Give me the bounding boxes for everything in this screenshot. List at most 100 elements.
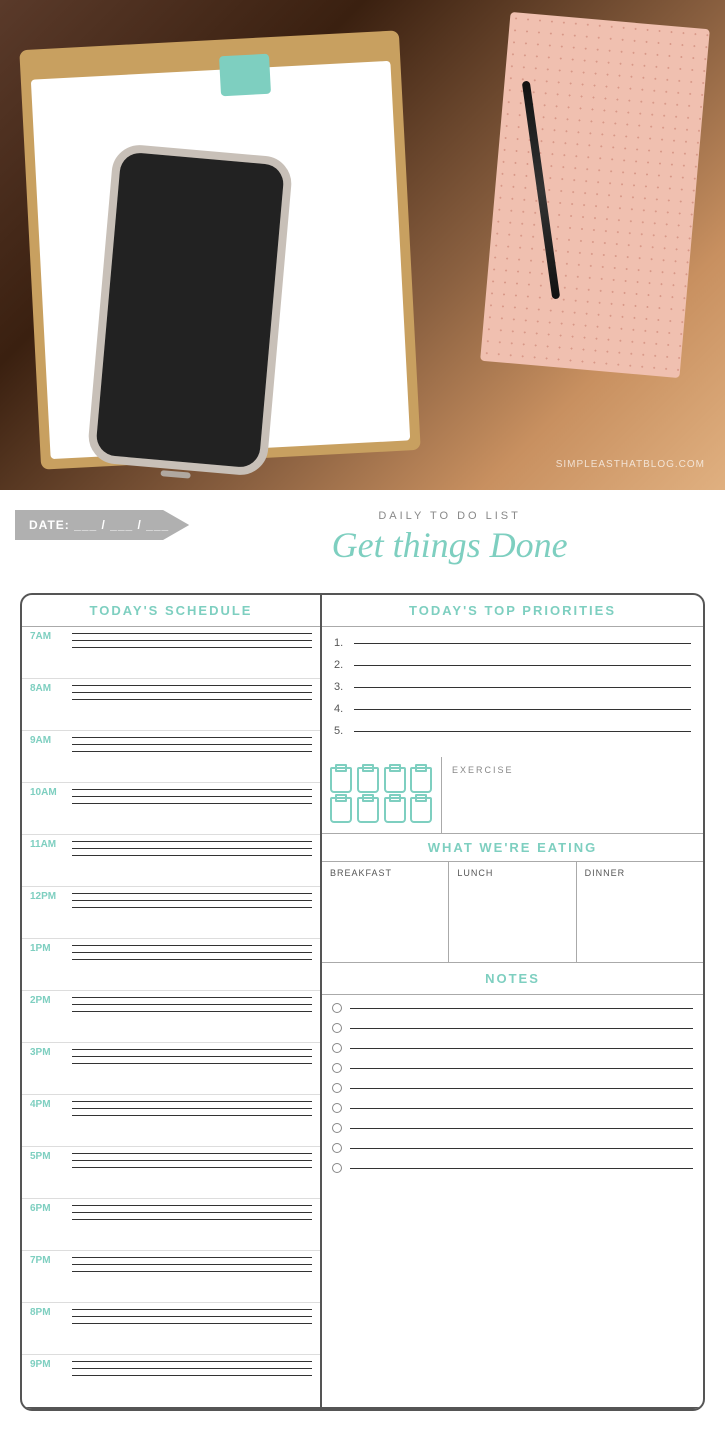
note-item-9[interactable]: [332, 1163, 693, 1173]
water-section: [322, 757, 442, 833]
water-cup-7[interactable]: [384, 797, 406, 823]
priority-line-3: [354, 687, 691, 688]
priority-line-4: [354, 709, 691, 710]
time-slot-7pm: 7PM: [22, 1251, 320, 1303]
breakfast-col[interactable]: BREAKFAST: [322, 862, 449, 962]
line: [72, 945, 312, 946]
planner-header-row: DATE: ___ / ___ / ___ DAILY TO DO LIST G…: [15, 510, 710, 581]
time-label-11am: 11AM: [30, 835, 68, 850]
note-line-5: [350, 1088, 693, 1089]
time-lines-9pm: [68, 1355, 312, 1380]
time-slot-2pm: 2PM: [22, 991, 320, 1043]
time-label-6pm: 6PM: [30, 1199, 68, 1214]
time-label-9am: 9AM: [30, 731, 68, 746]
line: [72, 1056, 312, 1057]
pink-notepad: [480, 12, 710, 378]
time-lines-5pm: [68, 1147, 312, 1172]
priority-item-5[interactable]: 5.: [334, 725, 691, 737]
time-slot-8pm: 8PM: [22, 1303, 320, 1355]
water-cup-8[interactable]: [410, 797, 432, 823]
note-item-6[interactable]: [332, 1103, 693, 1113]
line: [72, 848, 312, 849]
line: [72, 1011, 312, 1012]
time-label-8pm: 8PM: [30, 1303, 68, 1318]
exercise-section: EXERCISE: [442, 757, 703, 833]
line: [72, 1212, 312, 1213]
priority-item-1[interactable]: 1.: [334, 637, 691, 649]
right-column: TODAY'S TOP PRIORITIES 1. 2. 3.: [322, 595, 703, 1407]
line: [72, 751, 312, 752]
dinner-label: DINNER: [585, 868, 695, 878]
line: [72, 1115, 312, 1116]
line: [72, 744, 312, 745]
note-line-8: [350, 1148, 693, 1149]
pink-dots-pattern: [480, 12, 710, 378]
photo-background: SIMPLEASTHATBLOG.COM: [0, 0, 725, 490]
priority-item-4[interactable]: 4.: [334, 703, 691, 715]
time-lines-12pm: [68, 887, 312, 912]
time-label-9pm: 9PM: [30, 1355, 68, 1370]
water-cup-5[interactable]: [330, 797, 352, 823]
note-item-1[interactable]: [332, 1003, 693, 1013]
note-circle-7: [332, 1123, 342, 1133]
water-exercise-row: EXERCISE: [322, 757, 703, 834]
note-item-2[interactable]: [332, 1023, 693, 1033]
line: [72, 1004, 312, 1005]
water-cup-6[interactable]: [357, 797, 379, 823]
line: [72, 855, 312, 856]
line: [72, 1309, 312, 1310]
notes-header: NOTES: [322, 963, 703, 995]
line: [72, 1264, 312, 1265]
priority-line-5: [354, 731, 691, 732]
lunch-col[interactable]: LUNCH: [449, 862, 576, 962]
water-cup-1[interactable]: [330, 767, 352, 793]
line: [72, 692, 312, 693]
time-label-1pm: 1PM: [30, 939, 68, 954]
note-line-7: [350, 1128, 693, 1129]
phone-home-button: [160, 470, 190, 479]
note-item-3[interactable]: [332, 1043, 693, 1053]
time-lines-7am: [68, 627, 312, 652]
time-slot-9am: 9AM: [22, 731, 320, 783]
note-line-9: [350, 1168, 693, 1169]
note-circle-5: [332, 1083, 342, 1093]
priority-item-2[interactable]: 2.: [334, 659, 691, 671]
line: [72, 737, 312, 738]
note-line-4: [350, 1068, 693, 1069]
priority-num-5: 5.: [334, 725, 348, 737]
time-lines-9am: [68, 731, 312, 756]
time-slot-10am: 10AM: [22, 783, 320, 835]
priority-item-3[interactable]: 3.: [334, 681, 691, 693]
dinner-col[interactable]: DINNER: [577, 862, 703, 962]
line: [72, 803, 312, 804]
time-label-7pm: 7PM: [30, 1251, 68, 1266]
time-lines-10am: [68, 783, 312, 808]
line: [72, 952, 312, 953]
date-label: DATE:: [29, 518, 70, 532]
line: [72, 1063, 312, 1064]
line: [72, 1049, 312, 1050]
line: [72, 1205, 312, 1206]
priority-num-4: 4.: [334, 703, 348, 715]
note-item-4[interactable]: [332, 1063, 693, 1073]
note-item-7[interactable]: [332, 1123, 693, 1133]
watermark: SIMPLEASTHATBLOG.COM: [556, 459, 705, 470]
note-line-2: [350, 1028, 693, 1029]
time-lines-8pm: [68, 1303, 312, 1328]
line: [72, 959, 312, 960]
line: [72, 841, 312, 842]
time-label-5pm: 5PM: [30, 1147, 68, 1162]
water-cup-2[interactable]: [357, 767, 379, 793]
note-circle-3: [332, 1043, 342, 1053]
note-item-8[interactable]: [332, 1143, 693, 1153]
priority-num-3: 3.: [334, 681, 348, 693]
time-slot-6pm: 6PM: [22, 1199, 320, 1251]
note-item-5[interactable]: [332, 1083, 693, 1093]
water-cup-4[interactable]: [410, 767, 432, 793]
time-label-10am: 10AM: [30, 783, 68, 798]
priorities-list: 1. 2. 3. 4.: [322, 627, 703, 757]
water-cup-3[interactable]: [384, 767, 406, 793]
title-area: DAILY TO DO LIST Get things Done: [189, 510, 710, 566]
date-banner: DATE: ___ / ___ / ___: [15, 510, 189, 540]
time-lines-7pm: [68, 1251, 312, 1276]
